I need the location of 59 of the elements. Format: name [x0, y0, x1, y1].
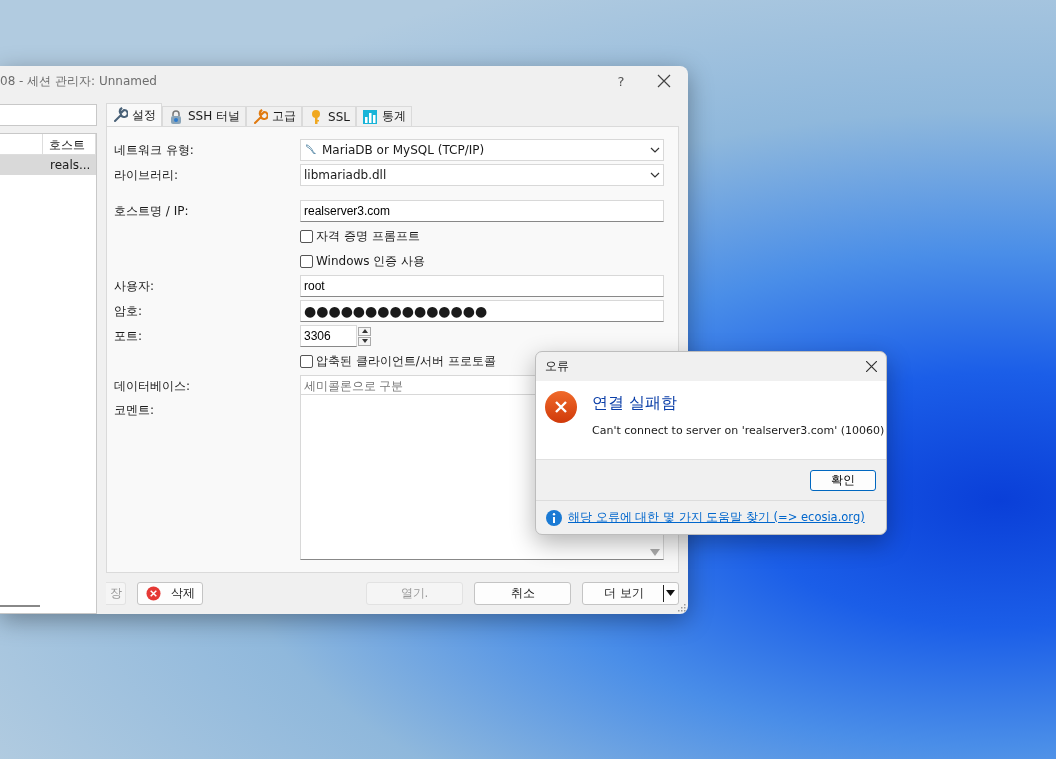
caret-icon — [666, 590, 675, 596]
cancel-button[interactable]: 취소 — [474, 581, 571, 605]
checkbox-label[interactable]: 압축된 클라이언트/서버 프로토콜 — [316, 352, 496, 370]
column-header[interactable]: 호스트 — [43, 134, 96, 154]
bar-chart-icon — [362, 108, 378, 125]
checkbox[interactable] — [300, 354, 313, 368]
delete-button[interactable]: 삭제 — [137, 581, 203, 605]
field-label: 데이터베이스: — [114, 377, 192, 395]
down-arrow-icon — [361, 339, 368, 343]
spin-up-button[interactable] — [358, 326, 371, 336]
field-label: 암호: — [114, 302, 144, 320]
tab[interactable]: 통계 — [356, 106, 412, 126]
field-label: 사용자: — [114, 277, 156, 295]
info-icon — [546, 509, 562, 526]
input-field[interactable]: root — [300, 275, 664, 297]
up-arrow-icon — [361, 329, 368, 333]
wrench-icon — [252, 108, 269, 125]
field-label: 포트: — [114, 327, 144, 345]
tab[interactable]: SSL — [302, 106, 356, 126]
port-field[interactable]: 3306 — [300, 325, 357, 347]
close-icon — [866, 361, 877, 372]
scrollbar-thumb[interactable] — [0, 605, 40, 607]
tab[interactable]: SSH 터널 — [162, 106, 247, 126]
ok-button[interactable]: 확인 — [810, 469, 876, 491]
spin-down-button[interactable] — [358, 336, 371, 346]
error-icon — [545, 391, 577, 423]
caret-icon — [650, 147, 660, 153]
field-label: 호스트명 / IP: — [114, 202, 190, 220]
scroll-down-icon — [650, 549, 660, 556]
delete-icon — [145, 585, 161, 601]
more-button[interactable]: 더 보기 — [582, 581, 679, 605]
checkbox-label[interactable]: 자격 증명 프롬프트 — [316, 227, 420, 245]
field-label: 네트워크 유형: — [114, 141, 195, 159]
resize-grip-icon — [677, 603, 686, 612]
tab[interactable]: 고급 — [246, 106, 303, 126]
wrench-icon — [112, 107, 128, 123]
close-icon — [657, 74, 671, 88]
dropdown-value: libmariadb.dll — [304, 168, 387, 182]
field-label: 코멘트: — [114, 402, 156, 419]
dialog-title: 오류 — [545, 358, 569, 375]
dropdown[interactable]: MariaDB or MySQL (TCP/IP) — [300, 139, 664, 161]
dropdown[interactable]: libmariadb.dll — [300, 164, 664, 186]
input-field[interactable]: realserver3.com — [300, 200, 664, 222]
help-button[interactable]: ? — [601, 73, 641, 89]
window-title: 08 - 세션 관리자: Unnamed — [0, 72, 158, 90]
tab[interactable]: 설정 — [106, 103, 162, 126]
help-link[interactable]: 해당 오류에 대한 몇 가지 도움말 찾기 (=> ecosia.org) — [568, 510, 865, 525]
checkbox[interactable] — [300, 254, 313, 268]
password-field[interactable]: ●●●●●●●●●●●●●●● — [300, 300, 664, 322]
padlock-icon — [168, 108, 184, 125]
host-cell-text: reals... — [49, 157, 92, 174]
dropdown-value: MariaDB or MySQL (TCP/IP) — [322, 143, 485, 157]
caret-icon — [650, 172, 660, 178]
checkbox[interactable] — [300, 229, 313, 243]
field-label: 라이브러리: — [114, 166, 180, 184]
filter-field[interactable] — [0, 104, 97, 126]
error-message: Can't connect to server on 'realserver3.com' (10060) — [592, 424, 885, 437]
checkbox-label[interactable]: Windows 인증 사용 — [316, 252, 426, 270]
session-row[interactable]: reals... — [0, 155, 96, 175]
